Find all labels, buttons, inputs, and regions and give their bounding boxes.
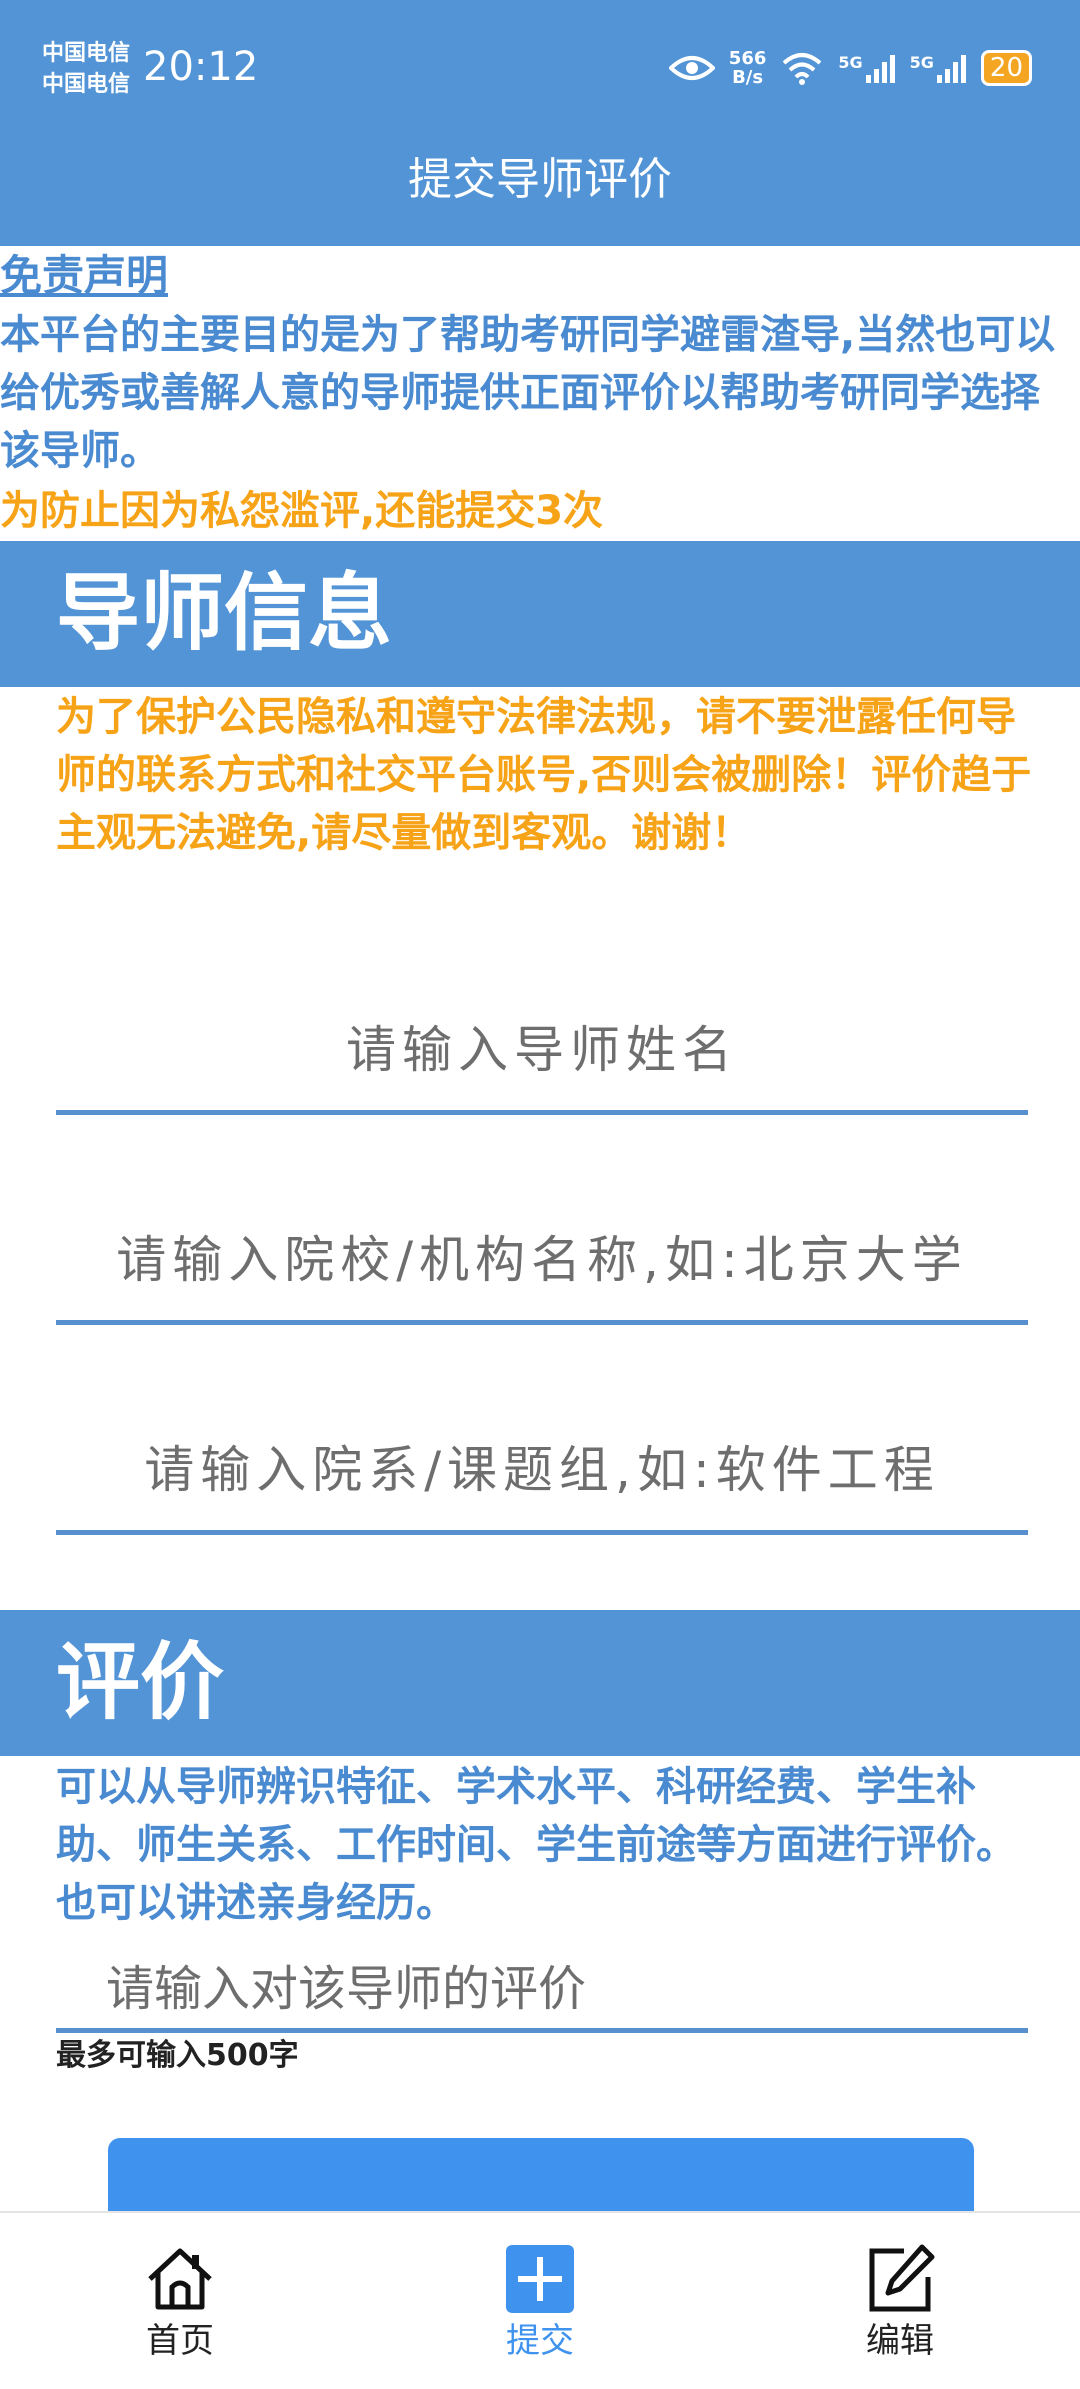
page-title: 提交导师评价 — [0, 130, 1080, 246]
signal-bars-icon — [936, 55, 966, 83]
carrier-1: 中国电信 — [42, 41, 131, 66]
advisor-name-field[interactable] — [56, 990, 1028, 1115]
review-field[interactable] — [56, 1950, 1078, 2033]
nav-edit[interactable]: 编辑 — [800, 2243, 1000, 2363]
home-icon — [148, 2248, 212, 2310]
advisor-info-banner: 导师信息 — [0, 541, 1080, 687]
review-title: 评价 — [56, 1633, 225, 1731]
nav-submit-label: 提交 — [506, 2321, 574, 2361]
status-icons: 566 B/s 5G 5G 20 — [668, 46, 1032, 90]
edit-icon — [869, 2244, 935, 2312]
net-speed: 566 B/s — [729, 49, 767, 87]
bottom-nav: 首页 提交 编辑 — [0, 2211, 1080, 2389]
privacy-note: 为了保护公民隐私和遵守法律法规，请不要泄露任何导师的联系方式和社交平台账号,否则… — [56, 694, 1032, 856]
clock: 20:12 — [143, 44, 259, 90]
school-field[interactable] — [56, 1200, 1028, 1325]
signal-5g-2-label: 5G — [909, 53, 934, 72]
signal-5g-1: 5G — [838, 53, 895, 83]
nav-home[interactable]: 首页 — [80, 2243, 280, 2363]
department-input[interactable] — [56, 1410, 1028, 1530]
nav-home-label: 首页 — [146, 2321, 214, 2361]
disclaimer-link[interactable]: 免责声明 — [0, 250, 168, 302]
max-length-note: 最多可输入500字 — [56, 2038, 299, 2073]
battery-level: 20 — [989, 53, 1023, 83]
eye-icon — [668, 56, 715, 80]
add-icon — [506, 2245, 574, 2313]
signal-bars-icon — [865, 55, 895, 83]
review-input[interactable] — [56, 1950, 1078, 2028]
nav-submit[interactable]: 提交 — [440, 2243, 640, 2363]
net-speed-unit: B/s — [732, 67, 764, 88]
signal-5g-2: 5G — [910, 53, 967, 83]
battery-indicator: 20 — [980, 50, 1032, 86]
advisor-info-title: 导师信息 — [56, 564, 393, 662]
wifi-icon — [783, 53, 822, 85]
carrier-info: 中国电信 中国电信 — [42, 38, 130, 100]
department-field[interactable] — [56, 1410, 1028, 1535]
submission-limit-note: 为防止因为私怨滥评,还能提交3次 — [0, 488, 604, 534]
school-input[interactable] — [56, 1200, 1028, 1320]
review-banner: 评价 — [0, 1610, 1080, 1756]
status-bar: 中国电信 中国电信 20:12 566 B/s 5G 5G 20 — [0, 0, 1080, 130]
nav-edit-label: 编辑 — [866, 2321, 934, 2361]
advisor-name-input[interactable] — [56, 990, 1028, 1110]
disclaimer-text: 本平台的主要目的是为了帮助考研同学避雷渣导,当然也可以给优秀或善解人意的导师提供… — [0, 312, 1056, 474]
review-hint: 可以从导师辨识特征、学术水平、科研经费、学生补助、师生关系、工作时间、学生前途等… — [56, 1764, 1016, 1926]
signal-5g-1-label: 5G — [838, 53, 863, 72]
net-speed-value: 566 — [728, 48, 767, 69]
carrier-2: 中国电信 — [42, 72, 131, 97]
